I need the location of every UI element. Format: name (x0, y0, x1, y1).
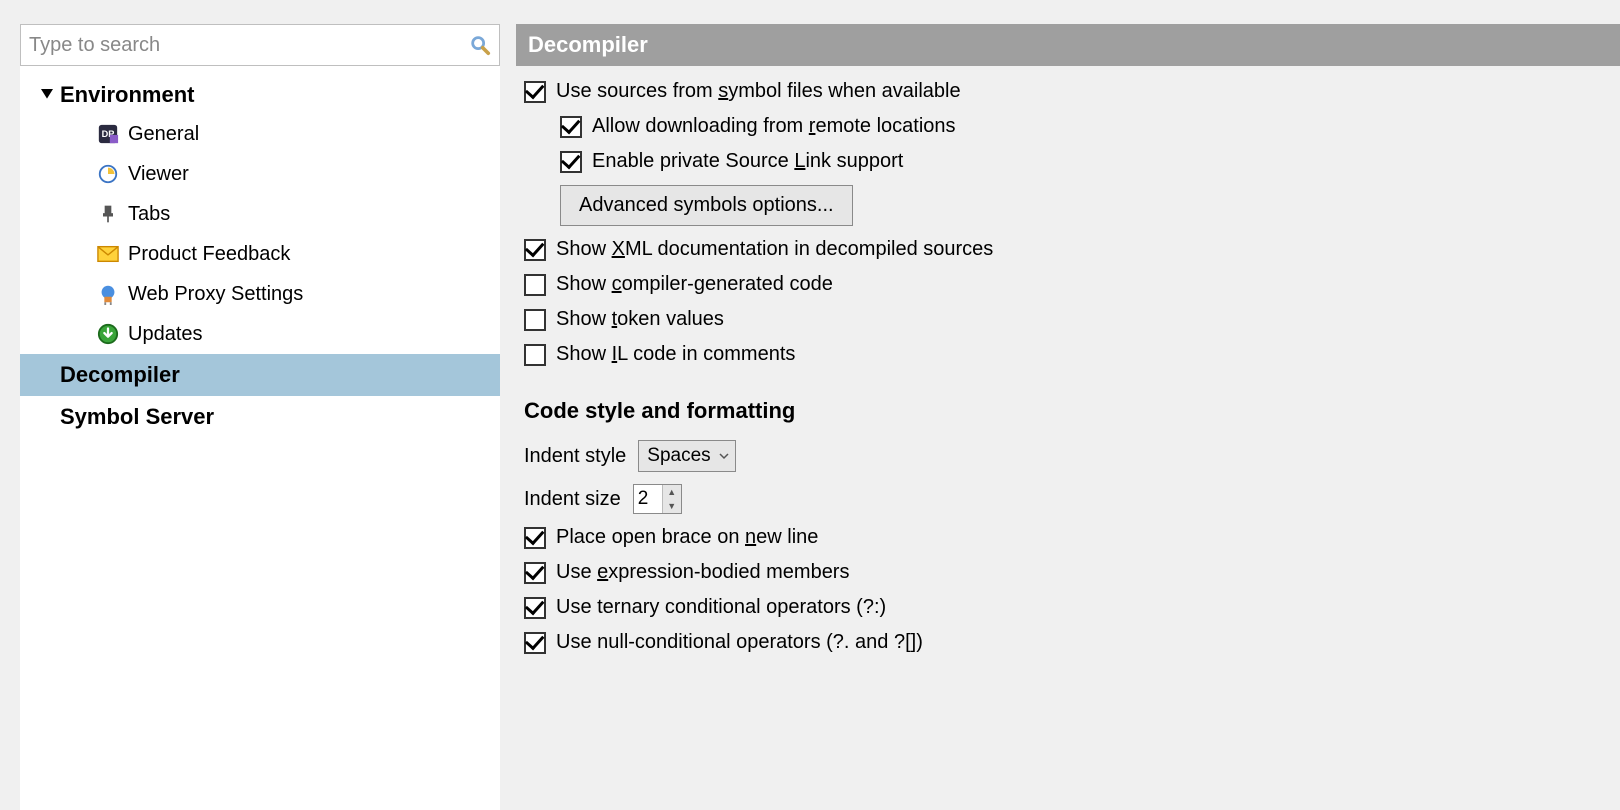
option-allow-download[interactable]: Allow downloading from remote locations (524, 115, 1612, 138)
checkbox[interactable] (524, 274, 546, 296)
tree-item-decompiler[interactable]: Decompiler (20, 354, 500, 396)
tree-item-label: Tabs (128, 203, 170, 226)
sidebar: Environment DP General Viewer Tabs (20, 24, 500, 810)
panel-body: Use sources from symbol files when avail… (516, 66, 1620, 654)
option-open-brace[interactable]: Place open brace on new line (524, 526, 1612, 549)
plug-icon (96, 282, 120, 306)
search-box[interactable] (20, 24, 500, 66)
option-label: Use ternary conditional operators (?:) (556, 596, 886, 619)
option-enable-source-link[interactable]: Enable private Source Link support (524, 150, 1612, 173)
checkbox[interactable] (524, 632, 546, 654)
option-label: Use sources from symbol files when avail… (556, 80, 961, 103)
options-window: Environment DP General Viewer Tabs (0, 0, 1620, 810)
indent-style-row: Indent style Spaces (524, 440, 1612, 472)
option-label: Use null-conditional operators (?. and ?… (556, 631, 923, 654)
checkbox[interactable] (524, 309, 546, 331)
option-ternary[interactable]: Use ternary conditional operators (?:) (524, 596, 1612, 619)
option-null-conditional[interactable]: Use null-conditional operators (?. and ?… (524, 631, 1612, 654)
checkbox[interactable] (560, 151, 582, 173)
option-show-il[interactable]: Show IL code in comments (524, 343, 1612, 366)
tree-item-label: Web Proxy Settings (128, 283, 303, 306)
nav-tree: Environment DP General Viewer Tabs (20, 66, 500, 810)
advanced-symbols-button[interactable]: Advanced symbols options... (560, 185, 853, 226)
tree-item-web-proxy[interactable]: Web Proxy Settings (20, 274, 500, 314)
option-label: Show token values (556, 308, 724, 331)
search-icon (469, 34, 491, 56)
indent-size-input[interactable]: ▲ ▼ (633, 484, 682, 514)
panel-title: Decompiler (516, 24, 1620, 66)
tree-item-label: Decompiler (60, 362, 180, 388)
tree-item-symbol-server[interactable]: Symbol Server (20, 396, 500, 438)
code-style-heading: Code style and formatting (524, 378, 1612, 428)
option-label: Enable private Source Link support (592, 150, 903, 173)
tree-item-viewer[interactable]: Viewer (20, 154, 500, 194)
option-show-xml[interactable]: Show XML documentation in decompiled sou… (524, 238, 1612, 261)
option-label: Show IL code in comments (556, 343, 795, 366)
spin-down-icon[interactable]: ▼ (663, 499, 681, 513)
indent-style-label: Indent style (524, 445, 626, 468)
tree-item-product-feedback[interactable]: Product Feedback (20, 234, 500, 274)
spinner: ▲ ▼ (662, 485, 681, 513)
download-icon (96, 322, 120, 346)
option-label: Place open brace on new line (556, 526, 818, 549)
main-panel: Decompiler Use sources from symbol files… (516, 24, 1620, 810)
chevron-down-icon (719, 445, 729, 467)
tree-group-label: Environment (60, 82, 194, 108)
spin-up-icon[interactable]: ▲ (663, 485, 681, 499)
checkbox[interactable] (524, 527, 546, 549)
envelope-icon (96, 242, 120, 266)
indent-size-row: Indent size ▲ ▼ (524, 484, 1612, 514)
checkbox[interactable] (524, 81, 546, 103)
checkbox[interactable] (560, 116, 582, 138)
indent-size-field[interactable] (634, 485, 662, 513)
checkbox[interactable] (524, 239, 546, 261)
option-use-sources[interactable]: Use sources from symbol files when avail… (524, 80, 1612, 103)
checkbox[interactable] (524, 344, 546, 366)
tree-group-environment[interactable]: Environment (20, 76, 500, 114)
pin-icon (96, 202, 120, 226)
option-label: Allow downloading from remote locations (592, 115, 956, 138)
checkbox[interactable] (524, 597, 546, 619)
collapse-icon (40, 88, 54, 102)
option-expression-bodied[interactable]: Use expression-bodied members (524, 561, 1612, 584)
option-label: Show XML documentation in decompiled sou… (556, 238, 993, 261)
tree-item-updates[interactable]: Updates (20, 314, 500, 354)
select-value: Spaces (647, 445, 710, 467)
search-input[interactable] (29, 34, 469, 57)
tree-item-label: Viewer (128, 163, 189, 186)
general-icon: DP (96, 122, 120, 146)
tree-item-tabs[interactable]: Tabs (20, 194, 500, 234)
tree-item-general[interactable]: DP General (20, 114, 500, 154)
tree-item-label: Symbol Server (60, 404, 214, 430)
tree-item-label: General (128, 123, 199, 146)
indent-size-label: Indent size (524, 488, 621, 511)
option-show-compiler[interactable]: Show compiler-generated code (524, 273, 1612, 296)
option-label: Show compiler-generated code (556, 273, 833, 296)
tree-item-label: Updates (128, 323, 203, 346)
tree-item-label: Product Feedback (128, 243, 290, 266)
indent-style-select[interactable]: Spaces (638, 440, 735, 472)
option-show-token[interactable]: Show token values (524, 308, 1612, 331)
checkbox[interactable] (524, 562, 546, 584)
option-label: Use expression-bodied members (556, 561, 849, 584)
viewer-icon (96, 162, 120, 186)
